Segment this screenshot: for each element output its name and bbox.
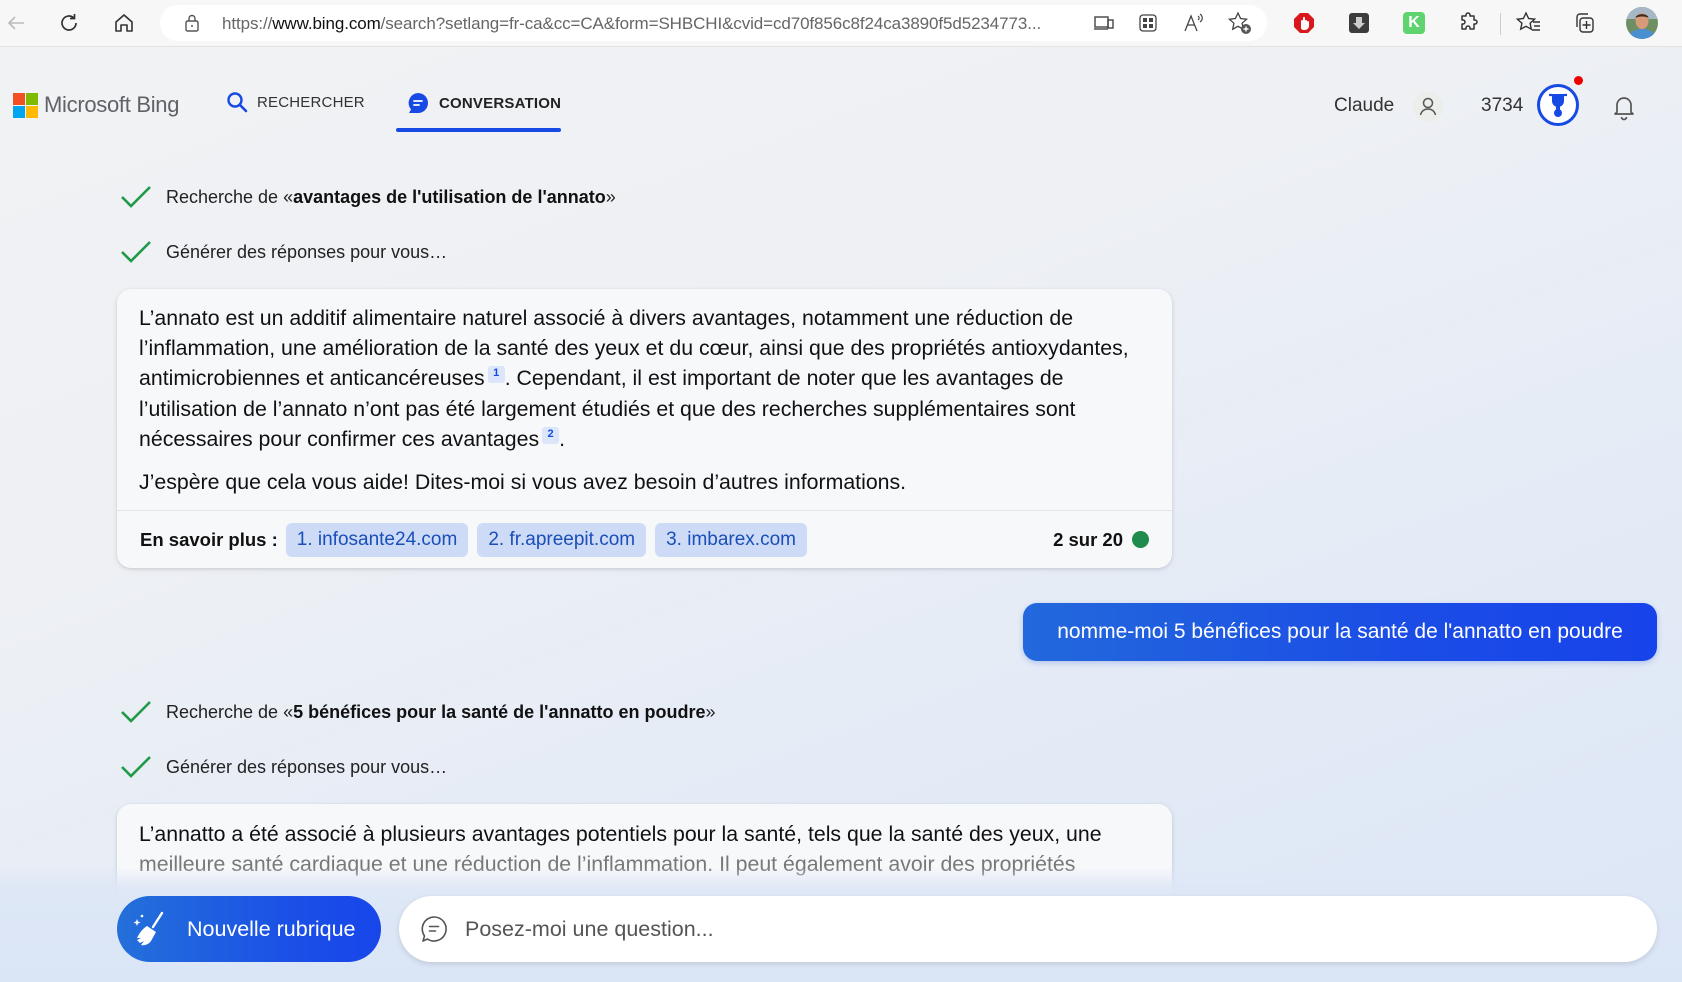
new-topic-button[interactable]: Nouvelle rubrique <box>117 896 381 962</box>
favorites-icon[interactable] <box>1515 9 1543 37</box>
step-text: Recherche de «5 bénéfices pour la santé … <box>166 701 716 722</box>
back-icon[interactable] <box>2 9 30 37</box>
logo-square-green <box>26 92 38 105</box>
generate-step: Générer des réponses pour vous… <box>120 755 447 779</box>
adblock-icon[interactable] <box>1290 9 1318 37</box>
step-text: Recherche de «avantages de l'utilisation… <box>166 186 616 207</box>
response-paragraph: L’annato est un additif alimentaire natu… <box>139 306 1129 451</box>
checkmark-icon <box>121 701 151 723</box>
tab-label: CONVERSATION <box>439 94 562 112</box>
bot-response-card: L’annato est un additif alimentaire natu… <box>117 289 1172 568</box>
profile-avatar[interactable] <box>1626 7 1658 39</box>
chat-bubble-icon <box>406 91 430 115</box>
microsoft-logo-icon <box>13 92 38 118</box>
response-text: L’annato est un additif alimentaire natu… <box>117 289 1172 497</box>
device-icon[interactable] <box>1090 9 1118 37</box>
tab-conversation[interactable]: CONVERSATION <box>406 91 561 115</box>
collections-icon[interactable] <box>1570 9 1598 37</box>
logo-text: Microsoft Bing <box>44 92 180 117</box>
logo-square-blue <box>13 105 25 118</box>
notification-dot <box>1574 76 1583 85</box>
status-dot-icon <box>1132 531 1149 548</box>
active-tab-indicator <box>396 128 561 132</box>
chat-icon <box>421 916 447 942</box>
k-extension-icon[interactable]: K <box>1400 9 1428 37</box>
question-input-box[interactable] <box>399 896 1657 962</box>
checkmark-icon <box>121 756 151 778</box>
rewards-points[interactable]: 3734 <box>1481 95 1523 117</box>
turn-counter: 2 sur 20 <box>1053 529 1149 551</box>
search-step: Recherche de «5 bénéfices pour la santé … <box>120 700 715 724</box>
logo-square-yellow <box>26 105 38 118</box>
search-icon <box>226 91 248 113</box>
browser-toolbar: https://www.bing.com/search?setlang=fr-c… <box>0 0 1682 47</box>
microsoft-bing-logo[interactable]: Microsoft Bing <box>13 92 179 118</box>
source-link[interactable]: 2. fr.apreepit.com <box>477 522 647 557</box>
download-extension-icon[interactable] <box>1345 9 1373 37</box>
bing-header: Microsoft Bing RECHERCHER CONVERSATION C… <box>0 47 1682 147</box>
response-paragraph: J’espère que cela vous aide! Dites-moi s… <box>139 470 907 495</box>
source-link[interactable]: 3. imbarex.com <box>655 522 807 557</box>
new-topic-label: Nouvelle rubrique <box>187 916 356 941</box>
tab-rechercher[interactable]: RECHERCHER <box>226 91 365 113</box>
source-link[interactable]: 1. infosante24.com <box>285 522 469 557</box>
checkmark-icon <box>121 186 151 208</box>
refresh-icon[interactable] <box>55 9 83 37</box>
rewards-trophy-icon[interactable] <box>1537 84 1579 126</box>
user-icon[interactable] <box>1413 92 1443 122</box>
read-aloud-icon[interactable] <box>1180 9 1208 37</box>
user-name[interactable]: Claude <box>1334 95 1394 117</box>
home-icon[interactable] <box>110 9 138 37</box>
learn-more-label: En savoir plus : <box>140 528 278 550</box>
lock-icon[interactable] <box>182 13 202 33</box>
search-step: Recherche de «avantages de l'utilisation… <box>120 185 616 209</box>
step-text: Générer des réponses pour vous… <box>166 756 448 777</box>
citation-2[interactable]: 2 <box>542 426 560 444</box>
broom-icon <box>133 911 164 946</box>
extensions-icon[interactable] <box>1455 9 1483 37</box>
citation-1[interactable]: 1 <box>487 366 505 384</box>
bing-chat-page: Microsoft Bing RECHERCHER CONVERSATION C… <box>0 47 1682 982</box>
step-text: Générer des réponses pour vous… <box>166 241 448 262</box>
toolbar-separator <box>1500 13 1501 35</box>
apps-icon[interactable] <box>1134 9 1162 37</box>
user-message-text: nomme-moi 5 bénéfices pour la santé de l… <box>1057 620 1623 643</box>
url-text[interactable]: https://www.bing.com/search?setlang=fr-c… <box>222 14 1041 34</box>
checkmark-icon <box>121 241 151 263</box>
logo-square-red <box>13 92 25 105</box>
tab-label: RECHERCHER <box>257 93 365 111</box>
bell-icon[interactable] <box>1610 92 1638 122</box>
response-line: L’annatto a été associé à plusieurs avan… <box>139 822 1102 846</box>
user-message-bubble: nomme-moi 5 bénéfices pour la santé de l… <box>1023 603 1657 661</box>
add-favorite-icon[interactable] <box>1226 9 1254 37</box>
question-input[interactable] <box>465 916 1565 942</box>
generate-step: Générer des réponses pour vous… <box>120 240 447 264</box>
learn-more-footer: En savoir plus : 1. infosante24.com 2. f… <box>117 510 1172 568</box>
